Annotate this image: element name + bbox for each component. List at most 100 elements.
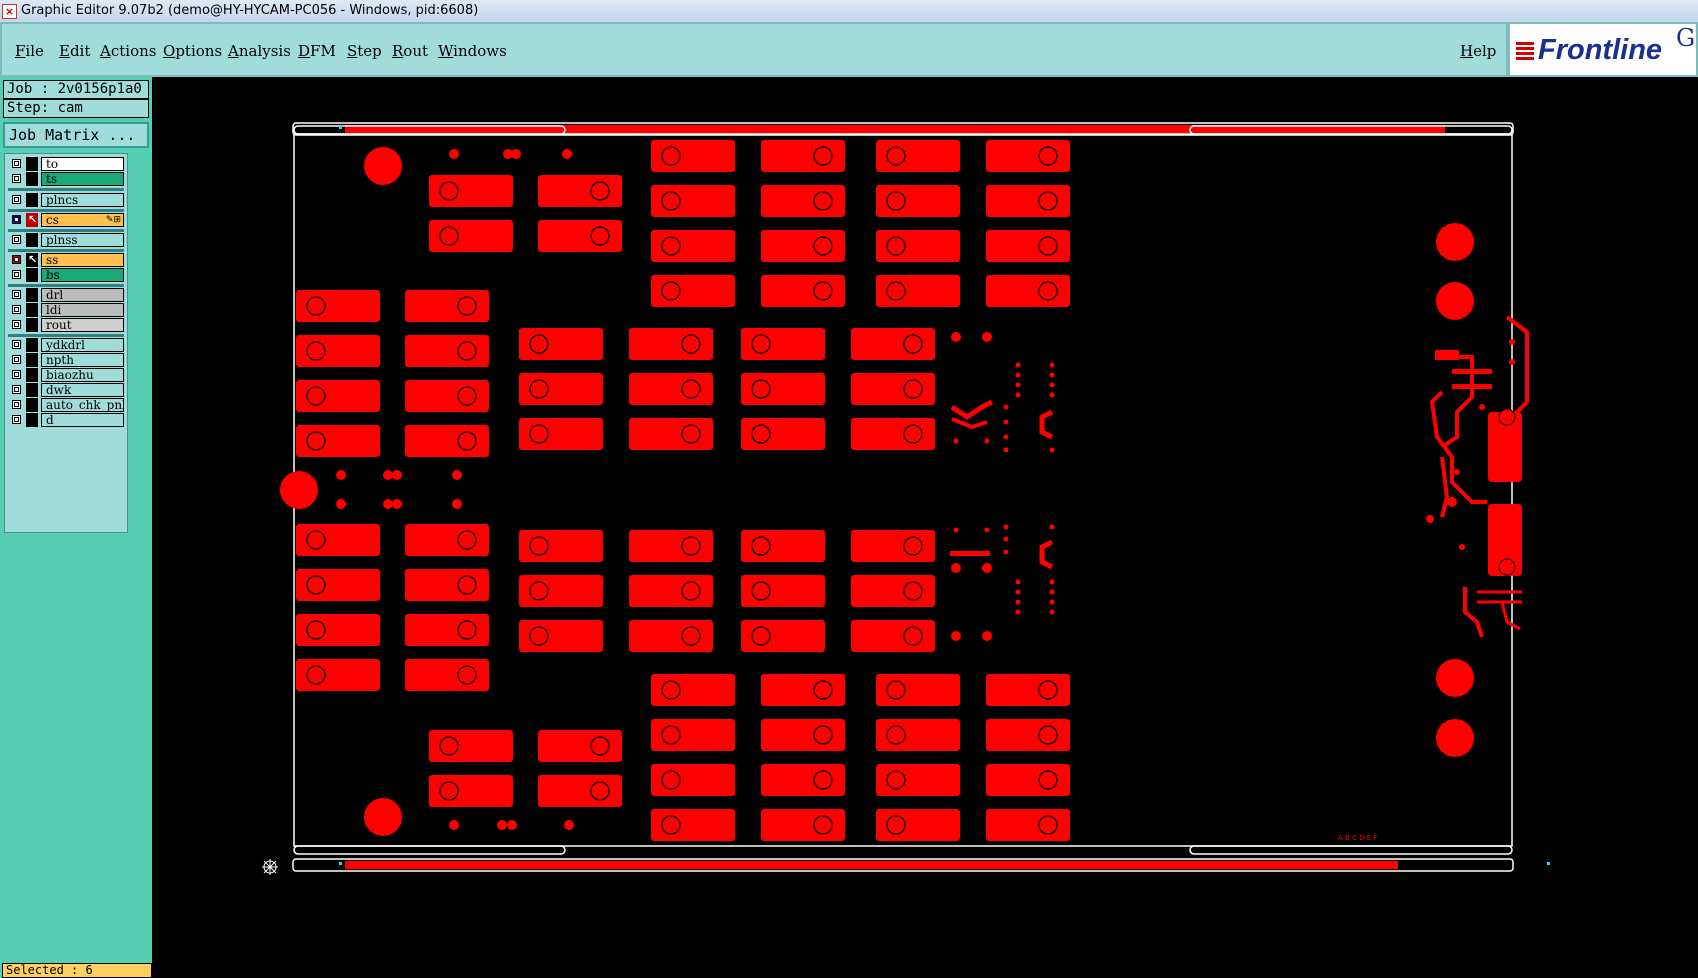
layer-name[interactable]: cs ✎⊞ [41,213,124,227]
layer-row[interactable]: bs [8,268,124,283]
menu-analysis[interactable]: Analysis [228,42,291,60]
layer-checkbox[interactable] [12,355,21,364]
menu-step[interactable]: Step [347,42,382,60]
layer-separator [8,188,124,191]
layer-row[interactable]: ldi [8,303,124,318]
layer-checkbox[interactable] [12,290,21,299]
layer-checkbox[interactable] [12,385,21,394]
layer-row[interactable]: dwk [8,383,124,398]
smd-pad [429,220,513,252]
layer-checkbox[interactable] [12,370,21,379]
layer-checkbox[interactable] [12,415,21,424]
layer-checkbox[interactable] [12,255,21,264]
layer-row[interactable]: biaozhu [8,368,124,383]
layer-name[interactable]: bs [41,268,124,282]
x-app-icon[interactable]: × [2,4,17,19]
menu-dfm[interactable]: DFM [298,42,336,60]
layer-checkbox[interactable] [12,270,21,279]
layer-row[interactable]: drl [8,288,124,303]
edit-icon: ✎⊞ [105,215,121,225]
smd-pad [296,335,380,367]
layer-name[interactable]: auto_chk_pnl [41,398,124,412]
layer-row[interactable]: ↖ cs ✎⊞ [8,213,124,228]
mounting-hole [452,470,462,480]
layer-separator [8,334,124,337]
layer-name[interactable]: plncs [41,193,124,207]
menu-edit[interactable]: Edit [59,42,90,60]
layer-name[interactable]: ts [41,172,124,186]
layer-name[interactable]: ss [41,253,124,267]
layer-state-icon [26,303,38,317]
smd-pad [519,575,603,607]
layer-row[interactable]: auto_chk_pnl [8,398,124,413]
smd-pad [876,674,960,706]
mounting-hole [383,499,393,509]
mounting-hole [562,149,572,159]
menu-options[interactable]: Options [163,42,222,60]
mounting-hole [280,471,318,509]
layer-checkbox[interactable] [12,320,21,329]
layer-row[interactable]: to [8,157,124,172]
layer-row[interactable]: ↖ ss [8,253,124,268]
layer-checkbox[interactable] [12,159,21,168]
layer-separator [8,284,124,287]
layer-row[interactable]: rout [8,318,124,333]
layer-state-icon [26,398,38,412]
menu-windows[interactable]: Windows [438,42,507,60]
title-bar: × Graphic Editor 9.07b2 (demo@HY-HYCAM-P… [0,0,1698,23]
layer-checkbox[interactable] [12,305,21,314]
menu-file[interactable]: File [15,42,44,60]
layer-name[interactable]: ydkdrl [41,338,124,352]
origin-crosshair-icon [262,859,278,875]
layer-row[interactable]: d [8,413,124,428]
layer-row[interactable]: ydkdrl [8,338,124,353]
layer-name[interactable]: drl [41,288,124,302]
layer-name[interactable]: rout [41,318,124,332]
mounting-hole [507,820,517,830]
layer-separator [8,229,124,232]
layer-checkbox[interactable] [12,174,21,183]
menu-help[interactable]: Help [1460,42,1496,60]
layer-name[interactable]: to [41,157,124,171]
menu-rout[interactable]: Rout [392,42,428,60]
layer-name[interactable]: plnss [41,233,124,247]
smd-pad [651,674,735,706]
smd-pad [296,524,380,556]
job-matrix-button[interactable]: Job Matrix ... [3,122,149,148]
layer-name[interactable]: dwk [41,383,124,397]
menu-actions[interactable]: Actions [100,42,156,60]
step-name: Step: cam [3,99,149,118]
layer-state-icon [26,268,38,282]
layer-row[interactable]: ts [8,172,124,187]
layer-checkbox[interactable] [12,340,21,349]
smd-pad [876,764,960,796]
smd-pad [741,620,825,652]
smd-pad [876,140,960,172]
layer-state-icon [26,157,38,171]
mounting-hole [1436,659,1474,697]
smd-pad [741,373,825,405]
mounting-hole [452,499,462,509]
mounting-hole [364,147,402,185]
smd-pad [876,275,960,307]
layer-row[interactable]: plncs [8,193,124,208]
smd-pad [741,418,825,450]
smd-pad [296,290,380,322]
mounting-hole [364,798,402,836]
layer-checkbox[interactable] [12,195,21,204]
layer-name[interactable]: d [41,413,124,427]
layer-name[interactable]: npth [41,353,124,367]
layer-checkbox[interactable] [12,215,21,224]
layer-checkbox[interactable] [12,235,21,244]
mounting-hole [336,499,346,509]
layer-row[interactable]: npth [8,353,124,368]
pcb-board-view[interactable]: A B C D E F [152,77,1698,978]
slot-outline [1189,845,1513,855]
mounting-hole [1436,223,1474,261]
layer-row[interactable]: plnss [8,233,124,248]
layer-checkbox[interactable] [12,400,21,409]
graphic-canvas[interactable]: A B C D E F [152,77,1698,978]
arrow-icon: ↖ [28,253,38,266]
layer-name[interactable]: ldi [41,303,124,317]
layer-name[interactable]: biaozhu [41,368,124,382]
